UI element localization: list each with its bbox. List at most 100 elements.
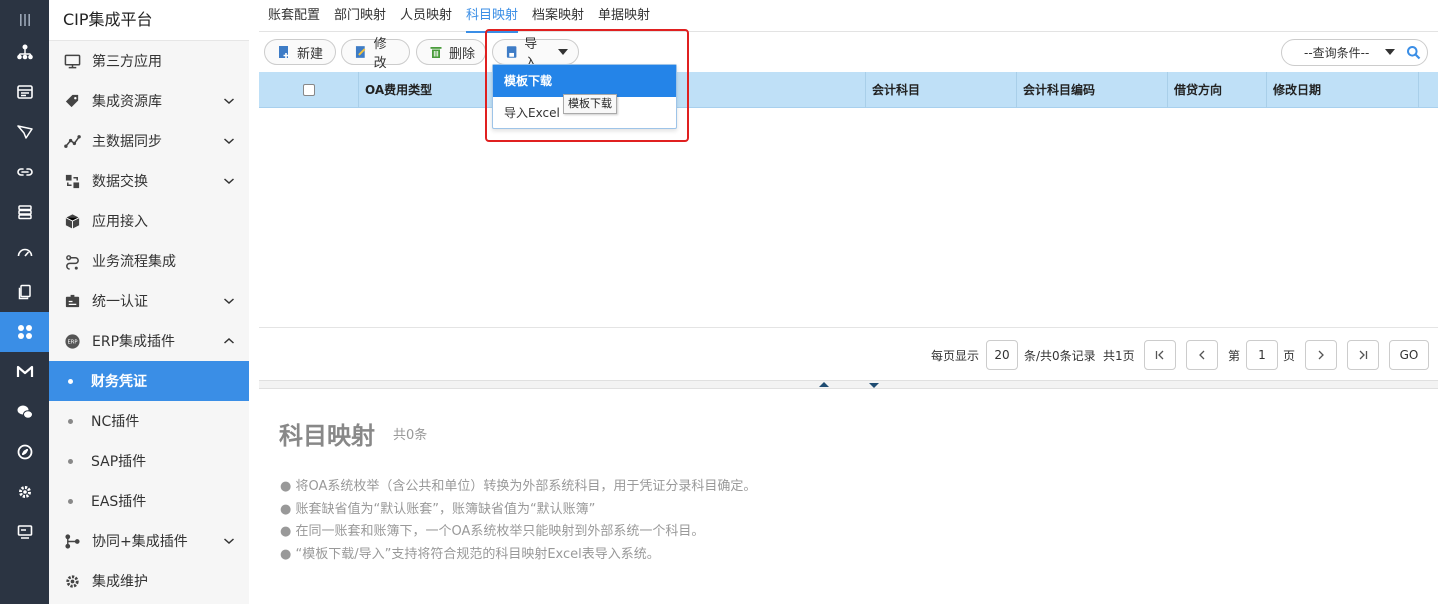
side-menu: CIP集成平台 第三方应用 集成资源库 主数据同步 数据交换 应用接入 业务流程… — [49, 0, 249, 604]
first-page-button[interactable] — [1144, 340, 1176, 370]
gear-icon — [62, 571, 82, 591]
tab-department-mapping[interactable]: 部门映射 — [334, 0, 386, 32]
chevron-down-icon — [224, 538, 234, 545]
monitor-icon[interactable] — [0, 512, 49, 552]
database-icon[interactable] — [0, 192, 49, 232]
sidebar-subitem-label: SAP插件 — [91, 454, 147, 470]
expand-down-icon[interactable] — [869, 383, 879, 388]
per-page-input[interactable]: 20 — [986, 340, 1018, 370]
m-logo-icon[interactable] — [0, 352, 49, 392]
new-button[interactable]: 新建 — [264, 39, 336, 65]
info-line: ● “模板下载/导入”支持将符合规范的科目映射Excel表导入系统。 — [280, 547, 660, 562]
nodes-icon — [62, 531, 82, 551]
column-account-subject-code[interactable]: 会计科目编码 — [1016, 72, 1168, 108]
chevron-up-icon — [224, 337, 234, 344]
delete-button[interactable]: 删除 — [416, 39, 486, 65]
erp-icon: ERP — [62, 331, 82, 351]
tab-subject-mapping[interactable]: 科目映射 — [466, 0, 519, 33]
new-file-icon — [279, 46, 289, 58]
tag-icon — [62, 91, 82, 111]
info-line: ● 将OA系统枚举（含公共和单位）转换为外部系统科目，用于凭证分录科目确定。 — [280, 479, 757, 494]
app-title: CIP集成平台 — [49, 0, 249, 41]
query-condition-select[interactable]: --查询条件-- — [1281, 39, 1428, 66]
sidebar-item-third-party-apps[interactable]: 第三方应用 — [49, 41, 249, 81]
last-page-button[interactable] — [1347, 340, 1379, 370]
sidebar-item-label: 集成资源库 — [92, 94, 162, 110]
link-icon[interactable] — [0, 152, 49, 192]
swirl-icon[interactable] — [0, 432, 49, 472]
sidebar-item-unified-auth[interactable]: 统一认证 — [49, 281, 249, 321]
sidebar-item-app-access[interactable]: 应用接入 — [49, 201, 249, 241]
monitor-icon — [62, 51, 82, 71]
tab-bar: 账套配置 部门映射 人员映射 科目映射 档案映射 单据映射 — [259, 0, 1438, 33]
panel-icon[interactable] — [0, 72, 49, 112]
prev-page-button[interactable] — [1186, 340, 1218, 370]
tab-ledger-config[interactable]: 账套配置 — [268, 0, 320, 32]
copy-icon[interactable] — [0, 272, 49, 312]
sidebar-item-data-exchange[interactable]: 数据交换 — [49, 161, 249, 201]
sidebar-item-label: 主数据同步 — [92, 134, 162, 150]
svg-text:ERP: ERP — [67, 339, 77, 345]
panel-splitter[interactable] — [259, 380, 1438, 389]
chevron-right-icon — [1318, 350, 1324, 360]
edit-icon — [355, 46, 366, 58]
gauge-icon[interactable] — [0, 232, 49, 272]
sidebar-subitem-label: 财务凭证 — [91, 374, 147, 390]
bullet-icon — [68, 378, 73, 384]
chevron-down-icon — [224, 138, 234, 145]
select-all-checkbox[interactable] — [303, 84, 315, 96]
column-modified-date[interactable]: 修改日期 — [1266, 72, 1419, 108]
sidebar-item-maintenance[interactable]: 集成维护 — [49, 561, 249, 601]
edit-button[interactable]: 修改 — [341, 37, 410, 71]
page-suffix: 页 — [1283, 349, 1296, 363]
info-count: 共0条 — [393, 428, 428, 443]
trash-icon — [430, 47, 442, 58]
sidebar-item-label: 应用接入 — [92, 214, 148, 230]
sidebar-item-erp-plugins[interactable]: ERP ERP集成插件 — [49, 321, 249, 361]
sidebar-item-master-data-sync[interactable]: 主数据同步 — [49, 121, 249, 161]
gear-icon[interactable] — [0, 472, 49, 512]
search-icon[interactable] — [1406, 45, 1421, 60]
wechat-icon[interactable] — [0, 392, 49, 432]
go-button[interactable]: GO — [1389, 340, 1429, 370]
caret-down-icon — [1385, 49, 1395, 55]
column-debit-credit[interactable]: 借贷方向 — [1167, 72, 1267, 108]
collapse-up-icon[interactable] — [819, 382, 829, 387]
per-page-label: 每页显示 — [931, 349, 980, 363]
icon-rail — [0, 0, 49, 604]
org-tree-icon[interactable] — [0, 32, 49, 72]
sidebar-item-resource-library[interactable]: 集成资源库 — [49, 81, 249, 121]
sidebar-subitem-label: EAS插件 — [91, 494, 147, 510]
bullet-icon — [68, 458, 73, 464]
last-page-icon — [1359, 350, 1368, 360]
cube-icon — [62, 211, 82, 231]
bullet-icon — [68, 498, 73, 504]
page-input[interactable]: 1 — [1246, 340, 1278, 370]
sidebar-item-label: ERP集成插件 — [92, 334, 176, 350]
id-card-icon — [62, 291, 82, 311]
next-page-button[interactable] — [1305, 340, 1337, 370]
highlight-box — [485, 29, 689, 142]
info-line: ● 账套缺省值为“默认账套”，账簿缺省值为“默认账簿” — [280, 502, 596, 517]
pagination: 每页显示 20 条/共0条记录 共1页 第 1 页 GO — [259, 328, 1438, 380]
sidebar-item-collab-plugins[interactable]: 协同+集成插件 — [49, 521, 249, 561]
query-condition-label: --查询条件-- — [1304, 46, 1370, 60]
sidebar-subitem-sap-plugin[interactable]: SAP插件 — [49, 441, 249, 481]
exchange-icon — [62, 171, 82, 191]
bullet-icon — [68, 418, 73, 424]
sidebar-subitem-finance-voucher[interactable]: 财务凭证 — [49, 361, 249, 401]
send-icon[interactable] — [0, 112, 49, 152]
sidebar-item-label: 集成维护 — [92, 574, 148, 590]
tab-personnel-mapping[interactable]: 人员映射 — [400, 0, 452, 32]
chevron-down-icon — [224, 298, 234, 305]
sidebar-item-process-integration[interactable]: 业务流程集成 — [49, 241, 249, 281]
sidebar-subitem-nc-plugin[interactable]: NC插件 — [49, 401, 249, 441]
info-line: ● 在同一账套和账簿下，一个OA系统枚举只能映射到外部系统一个科目。 — [280, 524, 705, 539]
column-spacer — [1418, 72, 1438, 108]
grid-flower-icon[interactable] — [0, 312, 49, 352]
column-account-subject[interactable]: 会计科目 — [865, 72, 1017, 108]
tab-document-mapping[interactable]: 单据映射 — [598, 0, 650, 32]
tab-archive-mapping[interactable]: 档案映射 — [532, 0, 584, 32]
table-header: OA费用类型 会计科目 会计科目编码 借贷方向 修改日期 — [259, 72, 1438, 108]
sidebar-subitem-eas-plugin[interactable]: EAS插件 — [49, 481, 249, 521]
